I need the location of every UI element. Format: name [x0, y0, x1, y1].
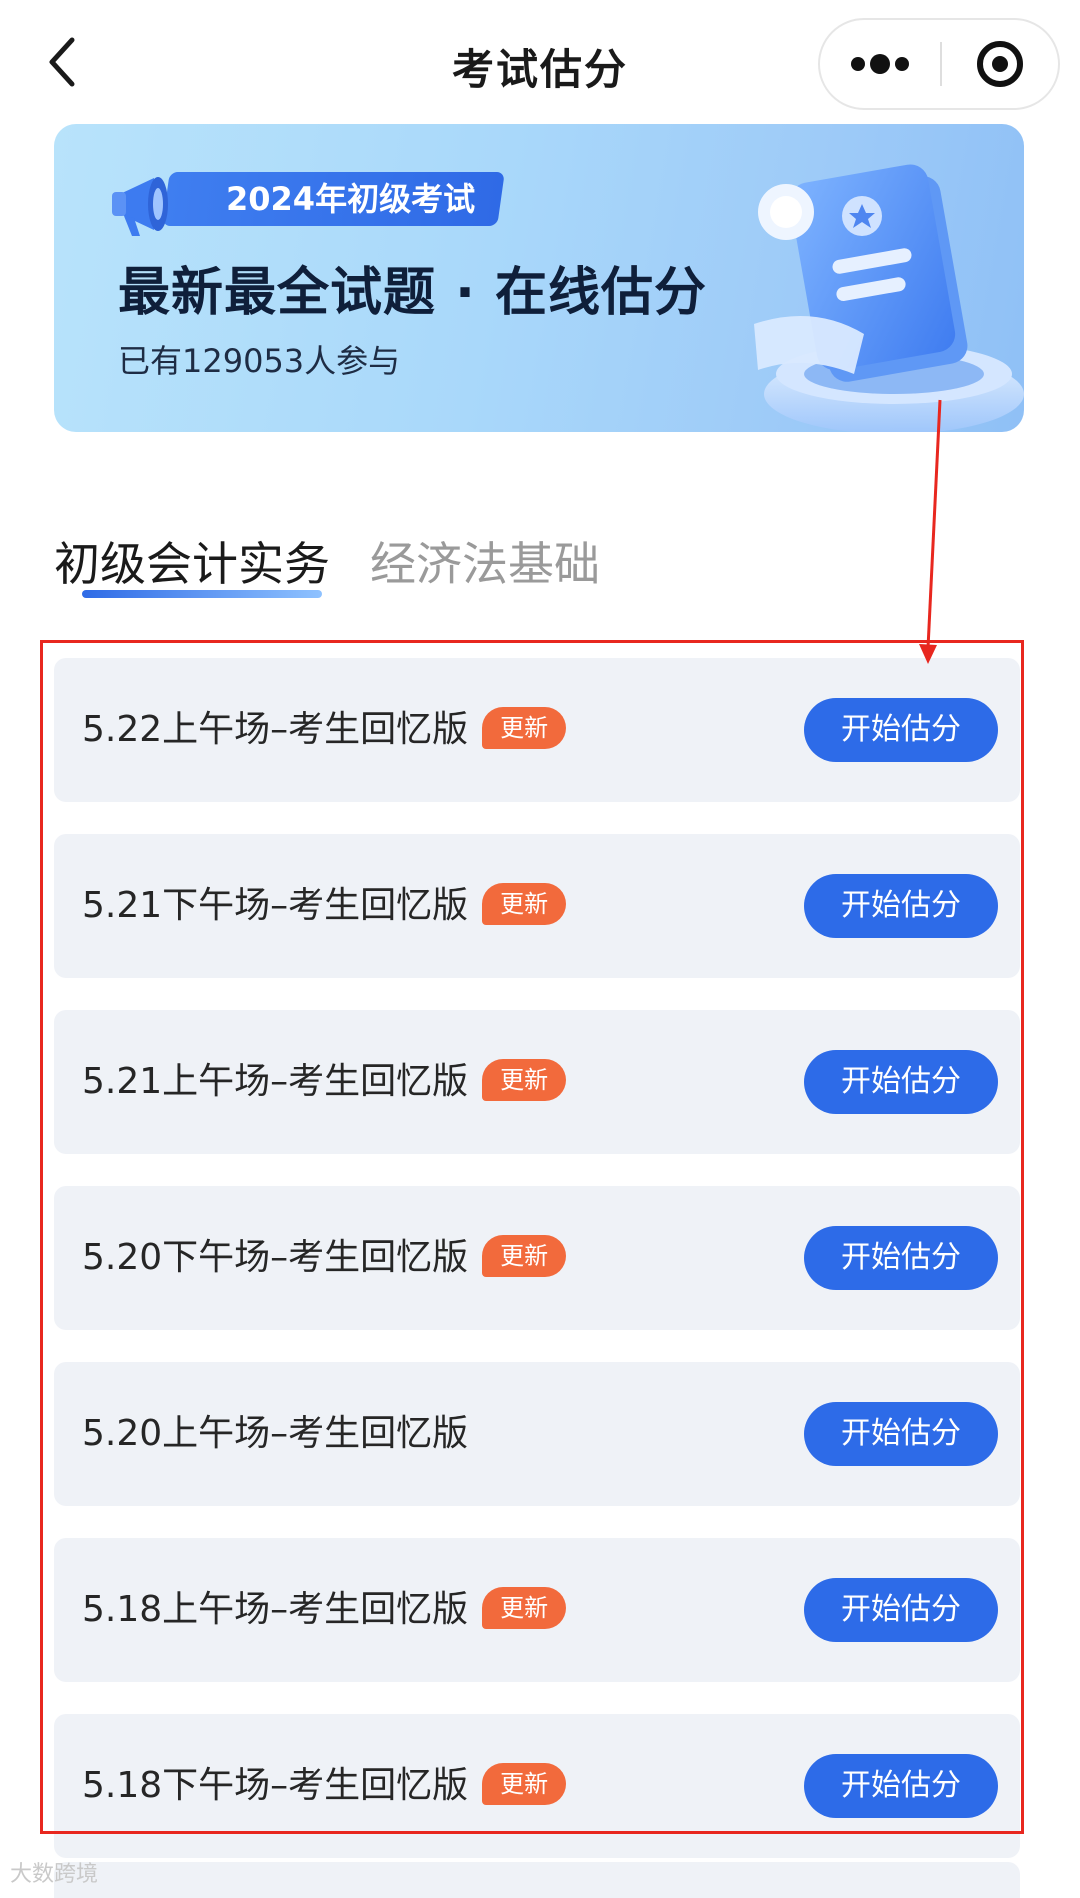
exam-row: 5.20上午场–考生回忆版 开始估分 [54, 1362, 1020, 1506]
target-circle-icon [977, 41, 1023, 87]
active-tab-indicator [82, 590, 322, 598]
update-badge: 更新 [482, 1235, 567, 1277]
exam-row: 5.21上午场–考生回忆版 更新 开始估分 [54, 1010, 1020, 1154]
exam-row: 5.20下午场–考生回忆版 更新 开始估分 [54, 1186, 1020, 1330]
exam-name: 5.21下午场–考生回忆版 更新 [82, 834, 567, 978]
exam-paper-illustration [754, 164, 1024, 432]
exam-name: 5.20上午场–考生回忆版 [82, 1362, 468, 1506]
exam-row: 5.18下午场–考生回忆版 更新 开始估分 [54, 1714, 1020, 1858]
exam-name-text: 5.21上午场–考生回忆版 [82, 1061, 469, 1102]
exam-name-text: 5.18下午场–考生回忆版 [82, 1765, 469, 1806]
exam-name: 5.18下午场–考生回忆版 更新 [82, 1714, 567, 1858]
tab-accounting-practice[interactable]: 初级会计实务 [54, 528, 330, 594]
promo-banner[interactable]: 2024年初级考试 最新最全试题 · 在线估分 已有129053人参与 [54, 124, 1024, 432]
megaphone-icon [112, 177, 168, 236]
start-estimate-button[interactable]: 开始估分 [804, 698, 998, 762]
exam-name-text: 5.22上午场–考生回忆版 [82, 709, 469, 750]
more-button[interactable] [820, 20, 940, 108]
exam-name: 5.22上午场–考生回忆版 更新 [82, 658, 567, 802]
banner-tag-label: 2024年初级考试 [226, 180, 476, 218]
banner-headline: 最新最全试题 · 在线估分 [118, 263, 707, 323]
update-badge: 更新 [482, 883, 567, 925]
exam-row: 5.22上午场–考生回忆版 更新 开始估分 [54, 658, 1020, 802]
exam-name: 5.21上午场–考生回忆版 更新 [82, 1010, 567, 1154]
exam-row: 5.18上午场–考生回忆版 更新 开始估分 [54, 1538, 1020, 1682]
update-badge: 更新 [482, 1763, 567, 1805]
update-badge: 更新 [482, 1587, 567, 1629]
exam-name: 5.20下午场–考生回忆版 更新 [82, 1186, 567, 1330]
exam-name-text: 5.20上午场–考生回忆版 [82, 1413, 469, 1454]
start-estimate-button[interactable]: 开始估分 [804, 1754, 998, 1818]
banner-tag: 2024年初级考试 [162, 172, 505, 226]
mini-program-capsule [818, 18, 1060, 110]
exam-row-partial [54, 1862, 1020, 1898]
update-badge: 更新 [482, 1059, 567, 1101]
more-dots-icon [851, 54, 909, 74]
exam-name-text: 5.21下午场–考生回忆版 [82, 885, 469, 926]
tab-economic-law-basics[interactable]: 经济法基础 [370, 528, 600, 594]
watermark: 大数跨境 [10, 1862, 99, 1887]
navigation-bar: 考试估分 [0, 0, 1080, 128]
exam-name-text: 5.18上午场–考生回忆版 [82, 1589, 469, 1630]
start-estimate-button[interactable]: 开始估分 [804, 1226, 998, 1290]
start-estimate-button[interactable]: 开始估分 [804, 1402, 998, 1466]
start-estimate-button[interactable]: 开始估分 [804, 1050, 998, 1114]
update-badge: 更新 [482, 707, 567, 749]
exam-name: 5.18上午场–考生回忆版 更新 [82, 1538, 567, 1682]
participant-count: 已有129053人参与 [118, 342, 401, 380]
start-estimate-button[interactable]: 开始估分 [804, 874, 998, 938]
exam-row: 5.21下午场–考生回忆版 更新 开始估分 [54, 834, 1020, 978]
exam-name-text: 5.20下午场–考生回忆版 [82, 1237, 469, 1278]
close-button[interactable] [942, 20, 1060, 108]
start-estimate-button[interactable]: 开始估分 [804, 1578, 998, 1642]
